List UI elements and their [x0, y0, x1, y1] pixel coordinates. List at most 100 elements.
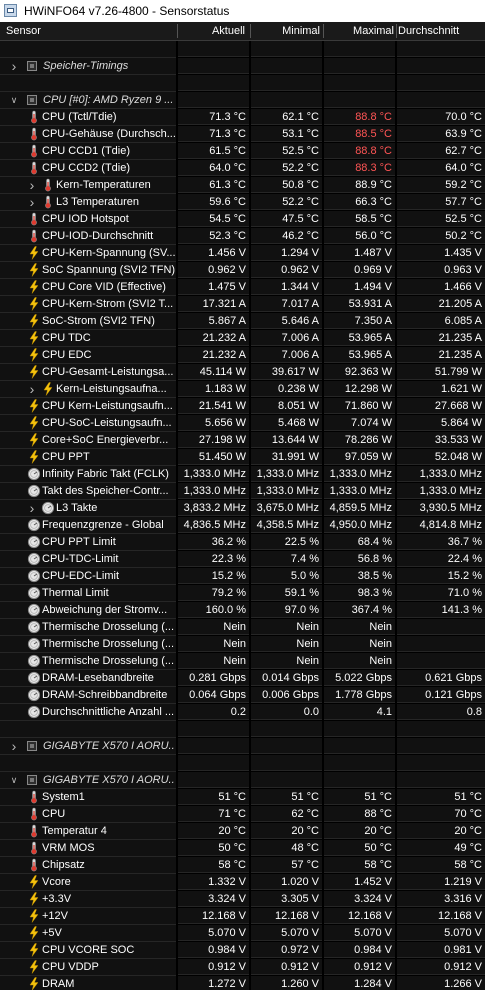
sensor-row[interactable]: CPU-TDC-Limit 22.3 % 7.4 % 56.8 % 22.4 %	[0, 551, 485, 568]
sensor-row[interactable]: DRAM 1.272 V 1.260 V 1.284 V 1.266 V	[0, 976, 485, 990]
value-current: 79.2 %	[178, 585, 249, 601]
sensor-row[interactable]: +3.3V 3.324 V 3.305 V 3.324 V 3.316 V	[0, 891, 485, 908]
sensor-label: CPU PPT	[42, 451, 90, 463]
chevron-right-icon[interactable]: ›	[9, 739, 19, 753]
sensor-row[interactable]: CPU VCORE SOC 0.984 V 0.972 V 0.984 V 0.981 …	[0, 942, 485, 959]
bolt-icon	[27, 977, 41, 990]
chevron-down-icon[interactable]: ∨	[9, 93, 19, 107]
sensor-row[interactable]: Temperatur 4 20 °C 20 °C 20 °C 20 °C	[0, 823, 485, 840]
value-avg: 141.3 %	[397, 602, 485, 618]
value-avg: 52.5 °C	[397, 211, 485, 227]
sensor-row[interactable]: CPU EDC 21.232 A 7.006 A 53.965 A 21.235 A	[0, 347, 485, 364]
sensor-row[interactable]: CPU PPT 51.450 W 31.991 W 97.059 W 52.048 W	[0, 449, 485, 466]
sensor-row[interactable]: › Kern-Temperaturen 61.3 °C 50.8 °C 88.9 °C 5…	[0, 177, 485, 194]
value-max: 51 °C	[324, 789, 395, 805]
sensor-name-cell: Abweichung der Stromv...	[0, 602, 176, 619]
value-current	[178, 58, 249, 74]
sensor-name-cell: CPU Kern-Leistungsaufn...	[0, 398, 176, 415]
chevron-right-icon[interactable]: ›	[9, 59, 19, 73]
value-avg: 51.799 W	[397, 364, 485, 380]
sensor-row[interactable]: Core+SoC Energieverbr... 27.198 W 13.644 W…	[0, 432, 485, 449]
chevron-right-icon[interactable]: ›	[27, 195, 37, 209]
sensor-row[interactable]: › Kern-Leistungsaufna... 1.183 W 0.238 W 12.…	[0, 381, 485, 398]
value-current	[178, 755, 249, 771]
sensor-row[interactable]: Thermische Drosselung (... Nein Nein Nein	[0, 619, 485, 636]
sensor-group-row[interactable]: › GIGABYTE X570 I AORU...	[0, 738, 485, 755]
value-min: 7.006 A	[251, 330, 322, 346]
thermometer-icon	[41, 178, 55, 192]
sensor-row[interactable]: Chipsatz 58 °C 57 °C 58 °C 58 °C	[0, 857, 485, 874]
chevron-right-icon[interactable]: ›	[27, 501, 37, 515]
window-titlebar[interactable]: HWiNFO64 v7.26-4800 - Sensorstatus	[0, 0, 485, 22]
column-header-current[interactable]: Aktuell	[178, 22, 245, 40]
sensor-row[interactable]: CPU VDDP 0.912 V 0.912 V 0.912 V 0.912 V	[0, 959, 485, 976]
thermometer-icon	[27, 127, 41, 141]
sensor-row[interactable]: › L3 Temperaturen 59.6 °C 52.2 °C 66.3 °C 57.…	[0, 194, 485, 211]
sensor-row[interactable]: CPU Kern-Leistungsaufn... 21.541 W 8.051 W…	[0, 398, 485, 415]
sensor-row[interactable]: CPU 71 °C 62 °C 88 °C 70 °C	[0, 806, 485, 823]
sensor-row[interactable]: SoC-Strom (SVI2 TFN) 5.867 A 5.646 A 7.350 …	[0, 313, 485, 330]
sensor-row[interactable]: Infinity Fabric Takt (FCLK) 1,333.0 MHz 1,…	[0, 466, 485, 483]
column-header-min[interactable]: Minimal	[251, 22, 320, 40]
value-avg: 20 °C	[397, 823, 485, 839]
sensor-row[interactable]: Frequenzgrenze - Global 4,836.5 MHz 4,358.…	[0, 517, 485, 534]
sensor-name-cell: Temperatur 4	[0, 823, 176, 840]
value-avg	[397, 755, 485, 771]
sensor-row[interactable]: CPU TDC 21.232 A 7.006 A 53.965 A 21.235 A	[0, 330, 485, 347]
sensor-row[interactable]: Abweichung der Stromv... 160.0 % 97.0 % 367…	[0, 602, 485, 619]
sensor-row[interactable]: Thermische Drosselung (... Nein Nein Nein	[0, 636, 485, 653]
sensor-row[interactable]: +12V 12.168 V 12.168 V 12.168 V 12.168 V	[0, 908, 485, 925]
sensor-row[interactable]: Vcore 1.332 V 1.020 V 1.452 V 1.219 V	[0, 874, 485, 891]
thermometer-icon	[27, 161, 41, 175]
sensor-row[interactable]: CPU (Tctl/Tdie) 71.3 °C 62.1 °C 88.8 °C 70.0…	[0, 109, 485, 126]
hwinfo-app-icon	[4, 4, 17, 17]
value-max: 0.969 V	[324, 262, 395, 278]
sensor-row[interactable]: System1 51 °C 51 °C 51 °C 51 °C	[0, 789, 485, 806]
value-avg	[397, 41, 485, 57]
sensor-label: SoC Spannung (SVI2 TFN)	[42, 264, 176, 276]
chevron-right-icon[interactable]: ›	[27, 382, 37, 396]
sensor-row[interactable]: CPU-Gesamt-Leistungsa... 45.114 W 39.617 W…	[0, 364, 485, 381]
sensor-row[interactable]: CPU CCD2 (Tdie) 64.0 °C 52.2 °C 88.3 °C 64.0…	[0, 160, 485, 177]
sensor-row[interactable]: CPU-Gehäuse (Durchsch... 71.3 °C 53.1 °C 88…	[0, 126, 485, 143]
value-avg: 21.235 A	[397, 347, 485, 363]
column-header-avg[interactable]: Durchschnitt	[398, 22, 484, 40]
value-max: 38.5 %	[324, 568, 395, 584]
sensor-row[interactable]: CPU IOD Hotspot 54.5 °C 47.5 °C 58.5 °C 52.5…	[0, 211, 485, 228]
sensor-group-row[interactable]: › Speicher-Timings	[0, 58, 485, 75]
chevron-right-icon[interactable]: ›	[27, 178, 37, 192]
column-divider[interactable]	[396, 24, 397, 38]
sensor-row[interactable]: CPU PPT Limit 36.2 % 22.5 % 68.4 % 36.7 %	[0, 534, 485, 551]
value-avg: 1.435 V	[397, 245, 485, 261]
sensor-name-cell: Core+SoC Energieverbr...	[0, 432, 176, 449]
value-min: 0.014 Gbps	[251, 670, 322, 686]
sensor-group-row[interactable]: ∨ CPU [#0]: AMD Ryzen 9 ...	[0, 92, 485, 109]
sensor-row[interactable]: Thermische Drosselung (... Nein Nein Nein	[0, 653, 485, 670]
sensor-row[interactable]: CPU-IOD-Durchschnitt 52.3 °C 46.2 °C 56.0 °…	[0, 228, 485, 245]
sensor-row[interactable]: VRM MOS 50 °C 48 °C 50 °C 49 °C	[0, 840, 485, 857]
sensor-group-row[interactable]: ∨ GIGABYTE X570 I AORU...	[0, 772, 485, 789]
value-current	[178, 92, 249, 108]
sensor-row[interactable]: › L3 Takte 3,833.2 MHz 3,675.0 MHz 4,859.5 M…	[0, 500, 485, 517]
sensor-row[interactable]: Takt des Speicher-Contr... 1,333.0 MHz 1,3…	[0, 483, 485, 500]
sensor-row[interactable]: SoC Spannung (SVI2 TFN) 0.962 V 0.962 V 0.9…	[0, 262, 485, 279]
sensor-row[interactable]: +5V 5.070 V 5.070 V 5.070 V 5.070 V	[0, 925, 485, 942]
sensor-row[interactable]: CPU Core VID (Effective) 1.475 V 1.344 V 1.…	[0, 279, 485, 296]
sensor-row[interactable]: Durchschnittliche Anzahl ... 0.2 0.0 4.1 0.8	[0, 704, 485, 721]
sensor-name-cell: CPU TDC	[0, 330, 176, 347]
sensor-row[interactable]: DRAM-Lesebandbreite 0.281 Gbps 0.014 Gbps 5…	[0, 670, 485, 687]
chevron-down-icon[interactable]: ∨	[9, 773, 19, 787]
sensor-row[interactable]: CPU-Kern-Spannung (SV... 1.456 V 1.294 V 1.…	[0, 245, 485, 262]
sensor-row[interactable]: CPU-Kern-Strom (SVI2 T... 17.321 A 7.017 A…	[0, 296, 485, 313]
sensor-row[interactable]: Thermal Limit 79.2 % 59.1 % 98.3 % 71.0 %	[0, 585, 485, 602]
sensor-row[interactable]: DRAM-Schreibbandbreite 0.064 Gbps 0.006 Gb…	[0, 687, 485, 704]
column-header-max[interactable]: Maximal	[324, 22, 394, 40]
sensor-row[interactable]: CPU CCD1 (Tdie) 61.5 °C 52.5 °C 88.8 °C 62.7…	[0, 143, 485, 160]
sensor-row[interactable]: CPU-SoC-Leistungsaufn... 5.656 W 5.468 W 7.…	[0, 415, 485, 432]
sensor-name-cell: CPU EDC	[0, 347, 176, 364]
sensor-name-cell: CPU CCD1 (Tdie)	[0, 143, 176, 160]
sensor-list[interactable]: › Speicher-Timings ∨ CPU [#0]: AMD Ryzen 9 …	[0, 41, 485, 990]
sensor-row[interactable]: CPU-EDC-Limit 15.2 % 5.0 % 38.5 % 15.2 %	[0, 568, 485, 585]
value-avg: 52.048 W	[397, 449, 485, 465]
column-header-sensor[interactable]: Sensor	[6, 22, 166, 40]
